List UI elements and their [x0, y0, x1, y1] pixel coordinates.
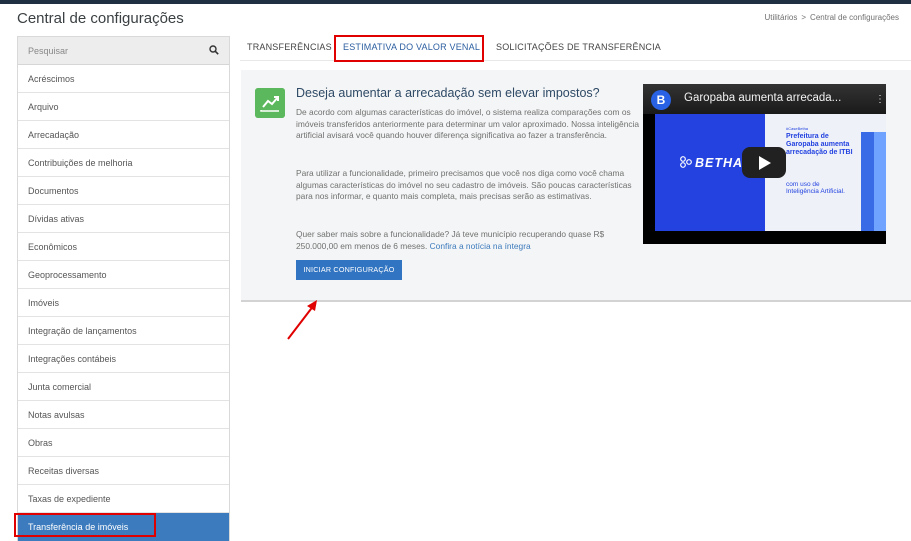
panel-heading: Deseja aumentar a arrecadação sem elevar…	[296, 86, 600, 100]
sidebar-item-obras[interactable]: Obras	[18, 429, 229, 457]
sidebar-item-receitas-diversas[interactable]: Receitas diversas	[18, 457, 229, 485]
video-title[interactable]: Garopaba aumenta arrecada...	[684, 92, 841, 104]
breadcrumb: Utilitários > Central de configurações	[764, 13, 899, 22]
betha-logo-icon	[680, 156, 692, 168]
breadcrumb-separator: >	[801, 13, 807, 22]
video-player[interactable]: BETHA #CaseBetha Prefeitura de Garopaba …	[643, 84, 886, 244]
panel-paragraph-1: De acordo com algumas características do…	[296, 107, 640, 141]
video-hashtag: #CaseBetha	[786, 126, 809, 131]
search-icon[interactable]	[209, 45, 219, 55]
sidebar-item-acrescimos[interactable]: Acréscimos	[18, 65, 229, 93]
tab-solicitacoes-transferencia[interactable]: SOLICITAÇÕES DE TRANSFERÊNCIA	[496, 36, 661, 60]
tab-estimativa-valor-venal[interactable]: ESTIMATIVA DO VALOR VENAL	[343, 36, 480, 60]
panel-paragraph-2: Para utilizar a funcionalidade, primeiro…	[296, 168, 632, 202]
chart-line-icon	[255, 88, 285, 118]
video-headline: Prefeitura de Garopaba aumenta arrecadaç…	[786, 133, 853, 156]
annotation-arrow-icon	[287, 300, 317, 340]
sidebar: Acréscimos Arquivo Arrecadação Contribui…	[17, 36, 230, 541]
info-panel: Deseja aumentar a arrecadação sem elevar…	[241, 70, 911, 302]
sidebar-item-taxas-expediente[interactable]: Taxas de expediente	[18, 485, 229, 513]
sidebar-item-arrecadacao[interactable]: Arrecadação	[18, 121, 229, 149]
video-subline: com uso de Inteligência Artificial.	[786, 181, 845, 196]
sidebar-item-contribuicoes[interactable]: Contribuições de melhoria	[18, 149, 229, 177]
news-link[interactable]: Confira a notícia na íntegra	[430, 241, 531, 251]
video-decor-bar	[861, 132, 874, 231]
sidebar-item-integracoes-contabeis[interactable]: Integrações contábeis	[18, 345, 229, 373]
sidebar-item-notas-avulsas[interactable]: Notas avulsas	[18, 401, 229, 429]
tab-divider	[240, 60, 911, 61]
start-configuration-button[interactable]: INICIAR CONFIGURAÇÃO	[296, 260, 402, 280]
sidebar-item-imoveis[interactable]: Imóveis	[18, 289, 229, 317]
search-input[interactable]	[18, 37, 198, 65]
sidebar-search	[18, 37, 229, 65]
sidebar-item-transferencia-imoveis[interactable]: Transferência de imóveis	[18, 513, 229, 541]
channel-avatar[interactable]: B	[651, 90, 671, 110]
video-title-bar: B Garopaba aumenta arrecada... ⋮	[643, 84, 886, 114]
play-button[interactable]	[742, 147, 786, 178]
video-brand: BETHA	[695, 156, 744, 170]
breadcrumb-item-current: Central de configurações	[810, 13, 899, 22]
sidebar-item-economicos[interactable]: Econômicos	[18, 233, 229, 261]
page-title: Central de configurações	[17, 10, 184, 27]
sidebar-item-documentos[interactable]: Documentos	[18, 177, 229, 205]
more-options-icon[interactable]: ⋮	[875, 94, 885, 105]
sidebar-item-arquivo[interactable]: Arquivo	[18, 93, 229, 121]
sidebar-item-dividas-ativas[interactable]: Dívidas ativas	[18, 205, 229, 233]
video-decor-bar	[874, 132, 886, 231]
tab-transferencias[interactable]: TRANSFERÊNCIAS	[247, 36, 332, 60]
panel-paragraph-3: Quer saber mais sobre a funcionalidade? …	[296, 229, 641, 252]
sidebar-item-geoprocessamento[interactable]: Geoprocessamento	[18, 261, 229, 289]
breadcrumb-item-utilitarios[interactable]: Utilitários	[764, 13, 797, 22]
sidebar-item-integracao-lancamentos[interactable]: Integração de lançamentos	[18, 317, 229, 345]
top-bar	[0, 0, 911, 4]
sidebar-item-junta-comercial[interactable]: Junta comercial	[18, 373, 229, 401]
